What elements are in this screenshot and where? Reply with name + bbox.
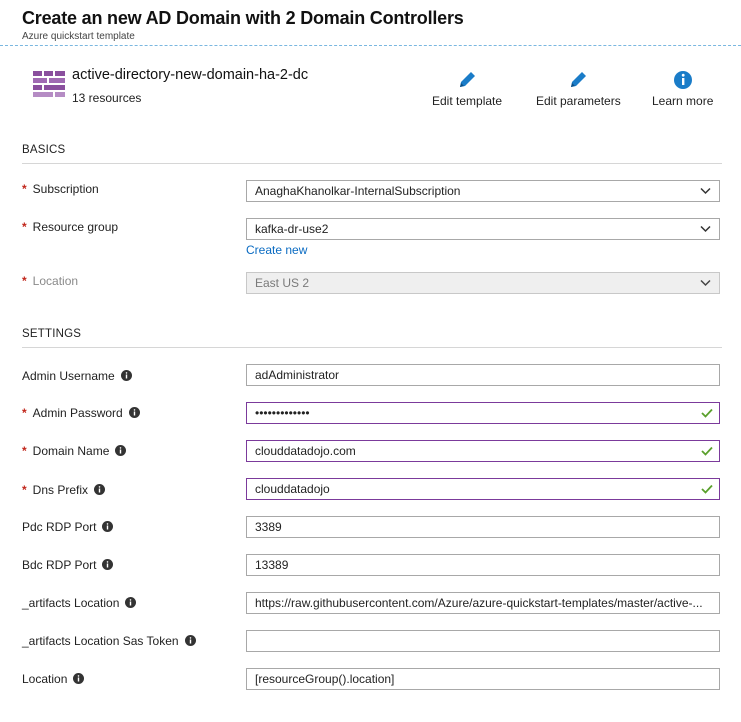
admin-password-label: * Admin Password (22, 406, 140, 420)
bdc-rdp-port-label: Bdc RDP Port (22, 558, 114, 572)
subscription-label: * Subscription (22, 182, 99, 196)
info-icon (125, 597, 137, 609)
chevron-down-icon (700, 225, 711, 233)
settings-heading: SETTINGS (22, 328, 82, 340)
admin-username-input[interactable]: adAdministrator (246, 364, 720, 386)
info-icon (115, 445, 127, 457)
template-bricks-icon (33, 71, 65, 97)
pencil-icon (460, 72, 476, 87)
settings-divider (22, 347, 722, 348)
info-icon (102, 559, 114, 571)
required-asterisk: * (22, 406, 27, 420)
create-new-link[interactable]: Create new (246, 243, 307, 257)
info-icon (102, 521, 114, 533)
artifacts-location-value: https://raw.githubusercontent.com/Azure/… (255, 596, 703, 610)
admin-username-label: Admin Username (22, 369, 132, 383)
blade-header: Create an new AD Domain with 2 Domain Co… (0, 0, 741, 46)
required-asterisk: * (22, 274, 27, 288)
domain-name-value: clouddatadojo.com (255, 444, 356, 458)
location-param-label: Location (22, 672, 85, 686)
edit-parameters-button[interactable]: Edit parameters (536, 69, 621, 108)
info-icon (128, 407, 140, 419)
location-label: * Location (22, 274, 79, 288)
required-asterisk: * (22, 182, 27, 196)
chevron-down-icon (700, 187, 711, 195)
info-icon (94, 484, 106, 496)
dns-prefix-label: * Dns Prefix (22, 483, 106, 497)
location-param-input[interactable]: [resourceGroup().location] (246, 668, 720, 690)
artifacts-location-label: _artifacts Location (22, 596, 137, 610)
basics-heading: BASICS (22, 144, 66, 156)
dns-prefix-input[interactable]: clouddatadojo (246, 478, 720, 500)
bdc-rdp-port-value: 13389 (255, 558, 289, 572)
location-value: East US 2 (255, 276, 310, 290)
admin-password-value: ••••••••••••• (255, 406, 310, 420)
pdc-rdp-port-value: 3389 (255, 520, 282, 534)
edit-template-button[interactable]: Edit template (432, 69, 502, 108)
bdc-rdp-port-input[interactable]: 13389 (246, 554, 720, 576)
resource-count: 13 resources (72, 91, 142, 105)
blade-title: Create an new AD Domain with 2 Domain Co… (22, 8, 464, 28)
info-icon (673, 71, 692, 89)
pencil-icon (571, 72, 587, 87)
location-dropdown[interactable]: East US 2 (246, 272, 720, 294)
admin-username-value: adAdministrator (255, 368, 340, 382)
template-name: active-directory-new-domain-ha-2-dc (72, 67, 309, 83)
resource-group-label: * Resource group (22, 220, 119, 234)
subscription-value: AnaghaKhanolkar-InternalSubscription (255, 184, 461, 198)
artifacts-sas-token-input[interactable] (246, 630, 720, 652)
info-icon (73, 673, 85, 685)
checkmark-icon (701, 446, 713, 456)
required-asterisk: * (22, 483, 27, 497)
resource-group-dropdown[interactable]: kafka-dr-use2 (246, 218, 720, 240)
artifacts-sas-token-label: _artifacts Location Sas Token (22, 634, 196, 648)
info-icon (184, 635, 196, 647)
checkmark-icon (701, 484, 713, 494)
header-divider (0, 45, 741, 46)
edit-parameters-label: Edit parameters (536, 94, 621, 108)
checkmark-icon (701, 408, 713, 418)
info-icon (120, 370, 132, 382)
learn-more-button[interactable]: Learn more (652, 69, 713, 108)
dns-prefix-value: clouddatadojo (255, 482, 330, 496)
resource-group-value: kafka-dr-use2 (255, 222, 329, 236)
pdc-rdp-port-input[interactable]: 3389 (246, 516, 720, 538)
blade-subtitle: Azure quickstart template (22, 31, 135, 42)
required-asterisk: * (22, 220, 27, 234)
artifacts-location-input[interactable]: https://raw.githubusercontent.com/Azure/… (246, 592, 720, 614)
domain-name-label: * Domain Name (22, 444, 127, 458)
domain-name-input[interactable]: clouddatadojo.com (246, 440, 720, 462)
required-asterisk: * (22, 444, 27, 458)
subscription-dropdown[interactable]: AnaghaKhanolkar-InternalSubscription (246, 180, 720, 202)
edit-template-label: Edit template (432, 94, 503, 108)
location-param-value: [resourceGroup().location] (255, 672, 395, 686)
admin-password-input[interactable]: ••••••••••••• (246, 402, 720, 424)
basics-divider (22, 163, 722, 164)
pdc-rdp-port-label: Pdc RDP Port (22, 520, 114, 534)
chevron-down-icon (700, 279, 711, 287)
learn-more-label: Learn more (652, 94, 714, 108)
